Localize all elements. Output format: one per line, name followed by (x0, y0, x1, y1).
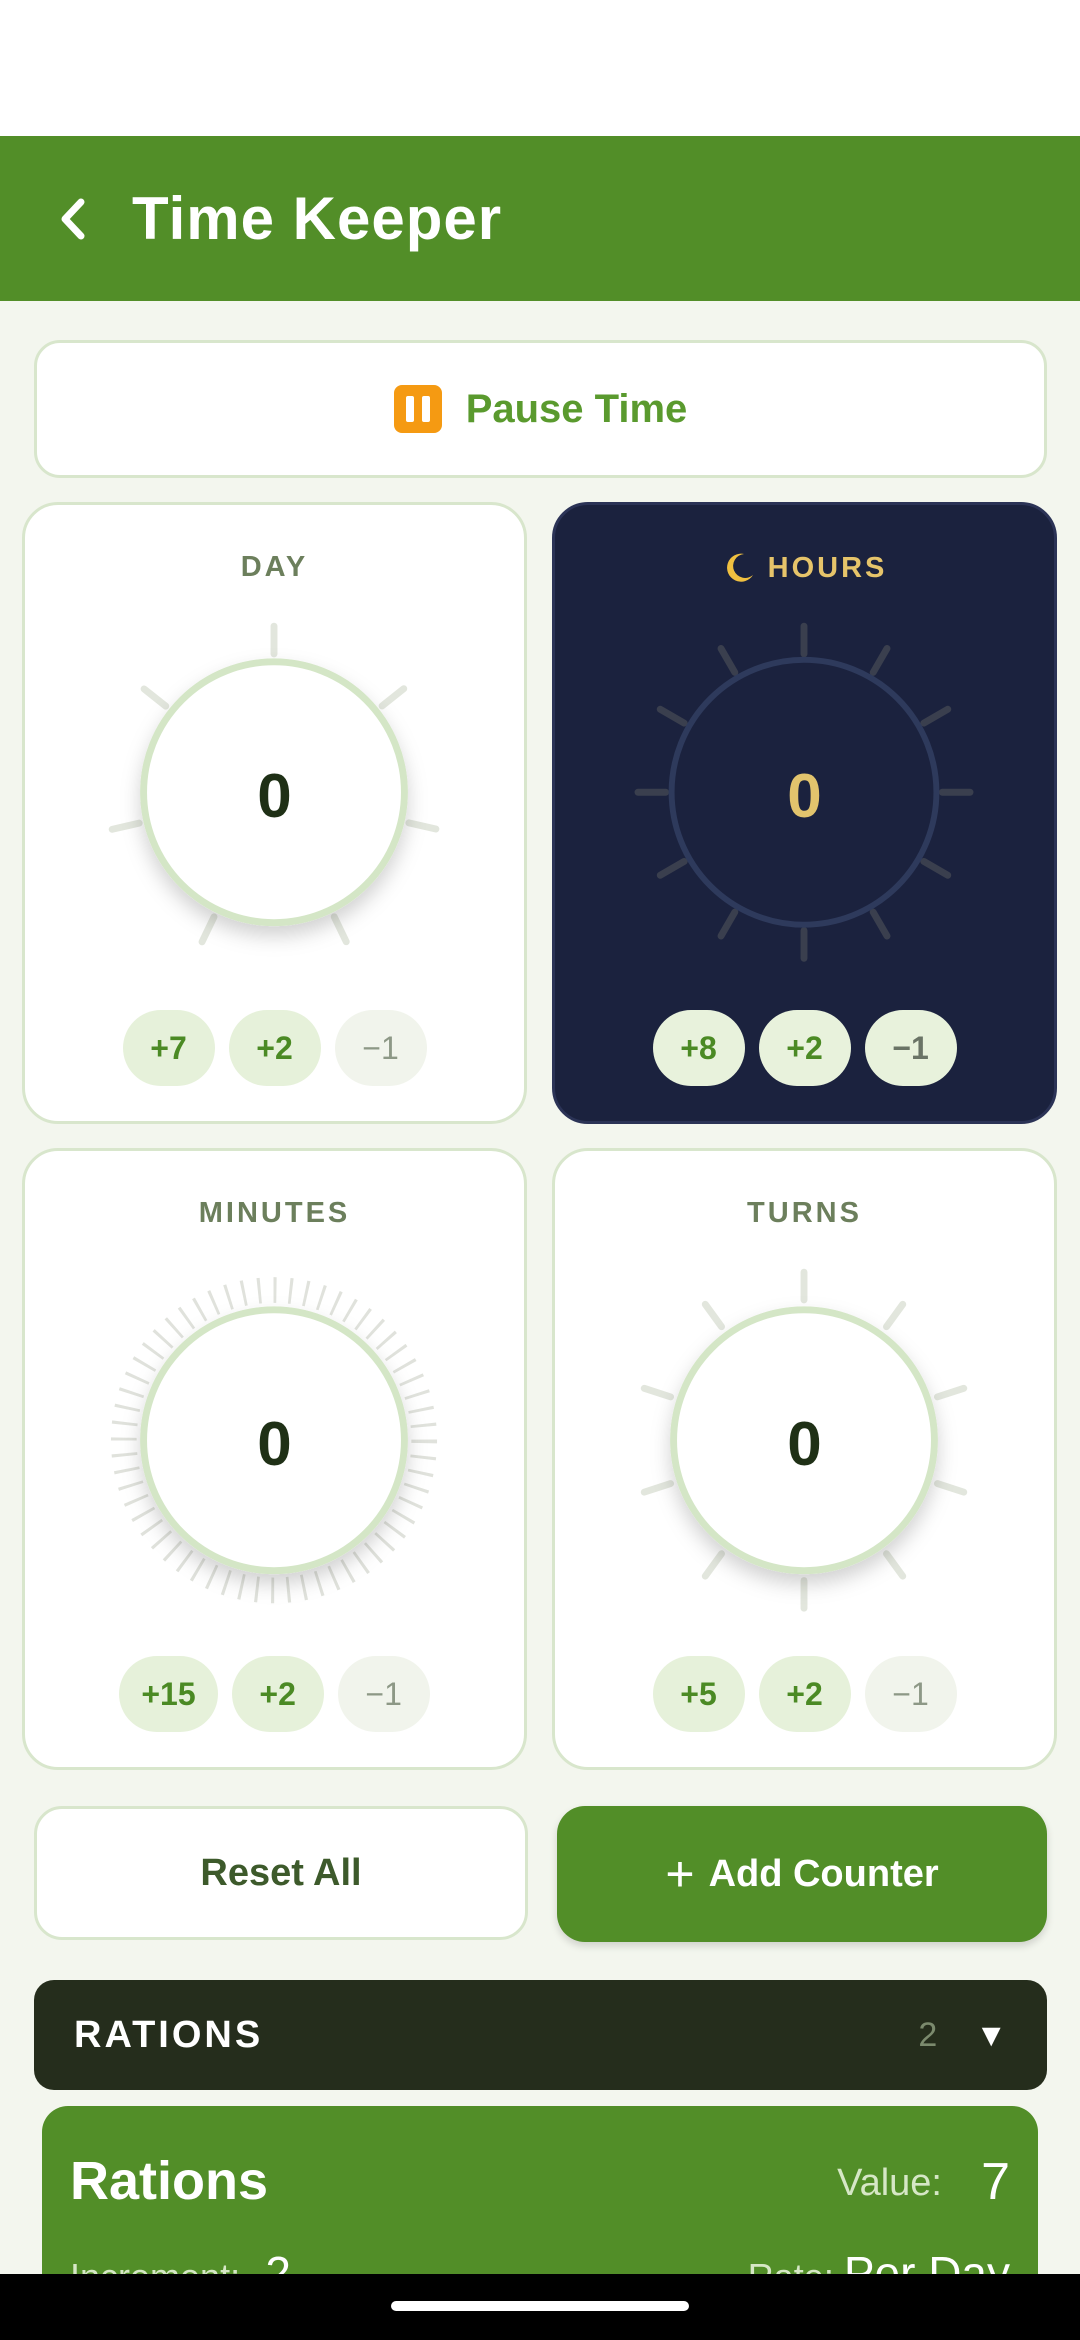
counter-card-minutes: MINUTES 0 +15 +2 −1 (22, 1148, 527, 1770)
decrement-chip[interactable]: −1 (864, 1656, 957, 1732)
increment-chip[interactable]: +7 (122, 1010, 215, 1086)
pause-icon (393, 385, 442, 433)
ration-value: 7 (981, 2153, 1010, 2211)
decrement-chip[interactable]: −1 (864, 1010, 957, 1086)
counter-title: DAY (240, 551, 309, 583)
increment-chip[interactable]: +15 (119, 1656, 218, 1732)
counter-title: MINUTES (198, 1197, 351, 1229)
home-indicator[interactable] (391, 2301, 689, 2311)
counter-card-day: DAY 0 +7 +2 −1 (22, 502, 527, 1124)
counter-title: TURNS (747, 1197, 862, 1229)
add-counter-label: Add Counter (708, 1852, 939, 1895)
pause-time-label: Pause Time (465, 386, 688, 431)
increment-chip[interactable]: +5 (652, 1656, 745, 1732)
plus-icon: + (665, 1846, 695, 1902)
add-counter-button[interactable]: + Add Counter (557, 1806, 1047, 1942)
decrement-chip[interactable]: −1 (334, 1010, 427, 1086)
counter-card-hours: HOURS 0 +8 +2 −1 (552, 502, 1057, 1124)
decrement-chip[interactable]: −1 (337, 1656, 430, 1732)
counter-value: 0 (787, 762, 822, 831)
page-title: Time Keeper (132, 185, 503, 252)
ration-name: Rations (70, 2151, 269, 2211)
ration-value-label: Value: (837, 2162, 942, 2204)
chip-row: +7 +2 −1 (25, 1010, 524, 1086)
app-bar: Time Keeper (0, 136, 1080, 301)
increment-chip[interactable]: +2 (228, 1010, 321, 1086)
increment-chip[interactable]: +2 (758, 1656, 851, 1732)
counter-value: 0 (257, 762, 292, 831)
increment-chip[interactable]: +2 (231, 1656, 324, 1732)
status-bar (0, 0, 1080, 136)
pause-time-button[interactable]: Pause Time (34, 340, 1047, 478)
section-title: RATIONS (74, 2013, 264, 2056)
moon-icon (726, 553, 753, 582)
back-button[interactable] (42, 189, 102, 249)
counter-value: 0 (787, 1410, 822, 1479)
chip-row: +8 +2 −1 (555, 1010, 1054, 1086)
back-chevron-icon (61, 198, 85, 239)
increment-chip[interactable]: +8 (652, 1010, 745, 1086)
counter-value: 0 (257, 1410, 292, 1479)
increment-chip[interactable]: +2 (758, 1010, 851, 1086)
chip-row: +5 +2 −1 (555, 1656, 1054, 1732)
counter-card-turns: TURNS 0 +5 +2 −1 (552, 1148, 1057, 1770)
chevron-down-icon[interactable]: ▼ (975, 2017, 1007, 2054)
counter-title: HOURS (555, 551, 1054, 585)
rations-section-header[interactable]: RATIONS 2 ▼ (34, 1980, 1047, 2090)
chip-row: +15 +2 −1 (25, 1656, 524, 1732)
section-count: 2 (918, 2015, 938, 2054)
reset-all-button[interactable]: Reset All (34, 1806, 528, 1940)
